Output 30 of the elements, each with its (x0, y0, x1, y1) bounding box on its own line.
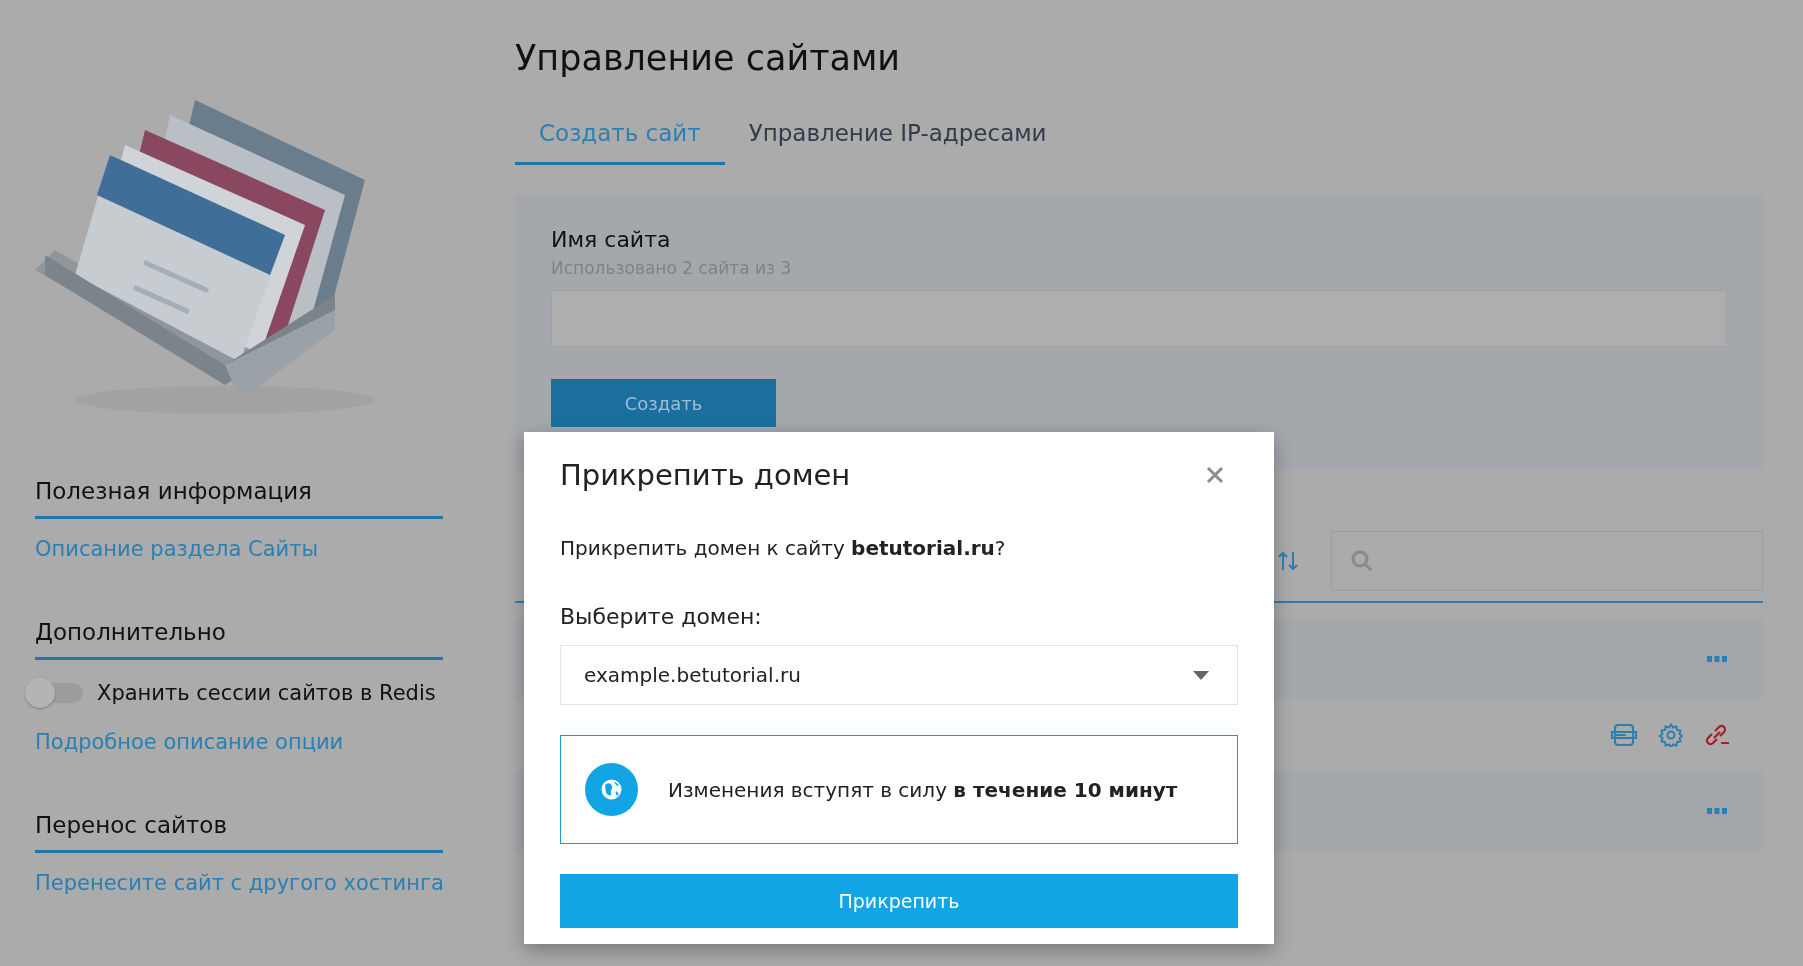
domain-select[interactable]: example.betutorial.ru (560, 645, 1238, 705)
more-icon[interactable] (1707, 656, 1727, 662)
section-heading: Полезная информация (35, 478, 443, 519)
section-heading: Перенос сайтов (35, 812, 443, 853)
field-label: Имя сайта (551, 227, 672, 252)
sidebar-link[interactable]: Перенесите сайт с другого хостинга (35, 871, 443, 895)
gear-icon[interactable] (1659, 723, 1683, 747)
tab[interactable]: Создать сайт (515, 112, 725, 165)
section-heading: Дополнительно (35, 619, 443, 660)
dialog-question: Прикрепить домен к сайту betutorial.ru? (560, 536, 1007, 560)
create-button[interactable]: Создать (551, 379, 776, 427)
caret-icon (1193, 670, 1209, 680)
more-icon[interactable] (1707, 808, 1727, 814)
toggle-label: Хранить сессии сайтов в Redis (97, 681, 436, 705)
sidebar-link[interactable]: Подробное описание опции (35, 730, 443, 754)
tab[interactable]: Управление IP-адресами (724, 112, 1071, 165)
attach-button[interactable]: Прикрепить (560, 874, 1238, 928)
globe-icon (585, 763, 638, 816)
unlink-icon[interactable] (1705, 723, 1731, 747)
page-title: Управление сайтами (515, 38, 902, 78)
search-icon (1350, 549, 1374, 573)
sidebar-link[interactable]: Описание раздела Сайты (35, 537, 443, 561)
close-icon[interactable] (1206, 466, 1224, 484)
search-field[interactable] (1331, 531, 1763, 591)
notice-text: Изменения вступят в силу в течение 10 минут (668, 777, 1178, 802)
sort-icon[interactable] (1277, 550, 1299, 572)
dialog-title: Прикрепить домен (560, 458, 851, 492)
select-label: Выберите домен: (560, 604, 763, 629)
server-icon[interactable] (1611, 723, 1637, 747)
toggle-switch[interactable] (25, 678, 83, 708)
